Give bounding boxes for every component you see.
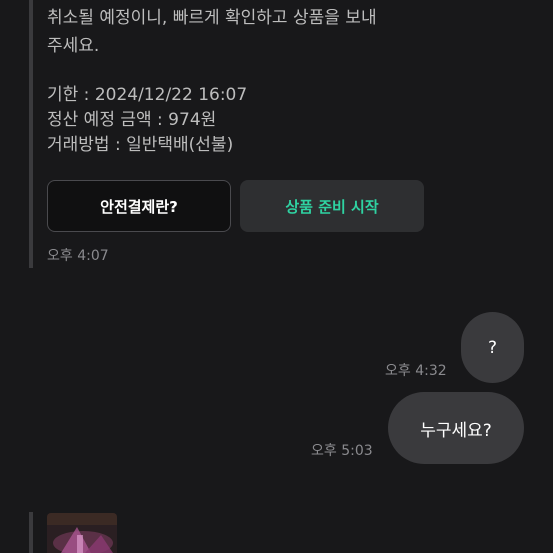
message-accent-bar	[29, 512, 33, 553]
message-accent-bar	[29, 0, 33, 268]
incoming-timestamp: 오후 4:07	[47, 248, 109, 264]
start-preparing-button[interactable]: 상품 준비 시작	[240, 180, 424, 232]
outgoing-timestamp-2: 오후 5:03	[311, 443, 373, 459]
safe-payment-info-button[interactable]: 안전결제란?	[47, 180, 231, 232]
shipping-method-text: 거래방법 : 일반택배(선불)	[47, 135, 234, 155]
message-line-1: 취소될 예정이니, 빠르게 확인하고 상품을 보내	[47, 8, 377, 28]
message-line-2: 주세요.	[47, 36, 100, 56]
settlement-amount-text: 정산 예정 금액 : 974원	[47, 110, 217, 130]
outgoing-message-bubble[interactable]: 누구세요?	[388, 392, 524, 464]
outgoing-message-bubble[interactable]: ?	[461, 312, 524, 383]
deadline-text: 기한 : 2024/12/22 16:07	[47, 85, 248, 105]
outgoing-timestamp-1: 오후 4:32	[385, 363, 447, 379]
image-thumbnail[interactable]	[47, 513, 117, 553]
